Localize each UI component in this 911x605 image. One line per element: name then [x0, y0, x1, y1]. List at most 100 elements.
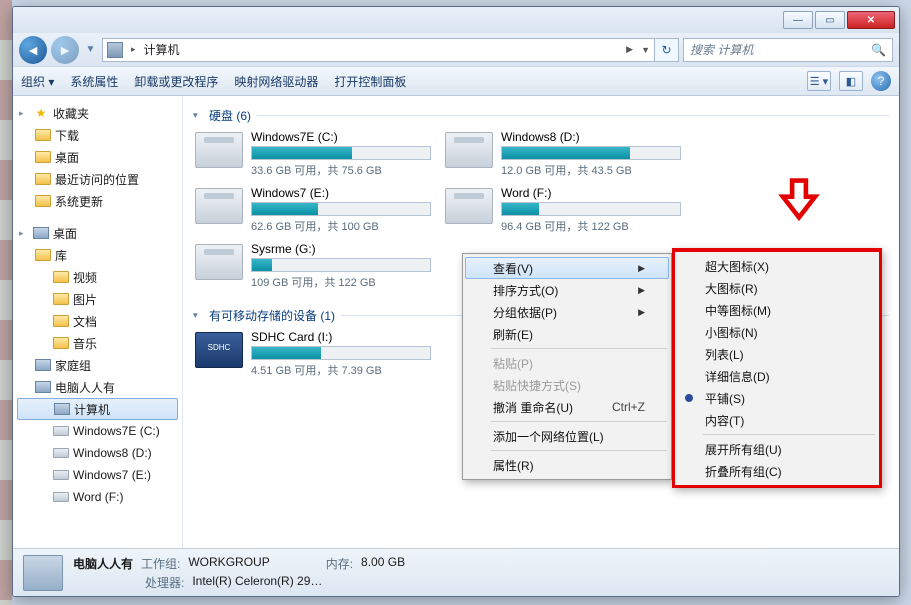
computer-icon	[23, 555, 63, 591]
drive-item[interactable]: Windows7E (C:)33.6 GB 可用，共 75.6 GB	[193, 126, 443, 182]
drive-item[interactable]: Windows8 (D:)12.0 GB 可用，共 43.5 GB	[443, 126, 693, 182]
minimize-button[interactable]: ―	[783, 11, 813, 29]
homegroup-icon	[35, 359, 51, 371]
history-dropdown[interactable]: ▼	[83, 36, 98, 64]
drive-item[interactable]: Word (F:) 96.4 GB 可用，共 122 GB	[443, 182, 693, 238]
drive-item[interactable]: Sysrme (G:)109 GB 可用，共 122 GB	[193, 238, 443, 294]
tree-item[interactable]: 下载	[13, 124, 182, 146]
section-header-hd[interactable]: ▾ 硬盘 (6)	[193, 104, 889, 126]
submenu-arrow-icon: ▶	[638, 263, 645, 274]
path-sep-icon[interactable]: ▸	[127, 44, 140, 55]
menu-label: 撤消 重命名(U)	[493, 399, 573, 416]
menu-item[interactable]: 展开所有组(U)	[677, 438, 877, 460]
tree-item[interactable]: 库	[13, 244, 182, 266]
usage-bar	[251, 346, 431, 360]
search-icon: 🔍	[871, 43, 886, 57]
tree-item[interactable]: 文档	[13, 310, 182, 332]
tree-item[interactable]: ▸桌面	[13, 222, 182, 244]
context-menu: 查看(V)▶排序方式(O)▶分组依据(P)▶刷新(E)粘贴(P)粘贴快捷方式(S…	[462, 253, 672, 480]
usage-bar	[501, 146, 681, 160]
tree-item[interactable]: Windows7 (E:)	[13, 464, 182, 486]
usage-bar	[251, 202, 431, 216]
menu-item[interactable]: 中等图标(M)	[677, 299, 877, 321]
menu-item[interactable]: 添加一个网络位置(L)	[465, 425, 669, 447]
computer-icon	[54, 403, 70, 415]
tree-label: 电脑人人有	[55, 379, 115, 396]
system-properties-button[interactable]: 系统属性	[70, 73, 118, 90]
maximize-button[interactable]: ▭	[815, 11, 845, 29]
collapse-icon: ▾	[193, 310, 203, 321]
tree-item[interactable]: 图片	[13, 288, 182, 310]
menu-label: 小图标(N)	[705, 324, 758, 341]
tree-item[interactable]: 最近访问的位置	[13, 168, 182, 190]
menu-item[interactable]: 小图标(N)	[677, 321, 877, 343]
memory-value: 8.00 GB	[361, 555, 405, 572]
drive-icon	[195, 244, 243, 280]
folder-icon	[35, 151, 51, 163]
address-bar[interactable]: ▸ 计算机 ▶ ▼	[102, 38, 655, 62]
back-button[interactable]: ◄	[19, 36, 47, 64]
computer-icon	[107, 42, 123, 58]
memory-label: 内存:	[326, 555, 353, 572]
drive-icon	[195, 332, 243, 368]
tree-item[interactable]: 视频	[13, 266, 182, 288]
tree-label: 图片	[73, 291, 97, 308]
drive-icon	[195, 132, 243, 168]
tree-label: 文档	[73, 313, 97, 330]
menu-item[interactable]: 属性(R)	[465, 454, 669, 476]
section-title: 有可移动存储的设备 (1)	[209, 307, 335, 324]
tree-item[interactable]: Word (F:)	[13, 486, 182, 508]
menu-item[interactable]: 折叠所有组(C)	[677, 460, 877, 482]
tree-item[interactable]: 音乐	[13, 332, 182, 354]
drive-name: SDHC Card (I:)	[251, 330, 441, 344]
tree-item[interactable]: 桌面	[13, 146, 182, 168]
workgroup-value: WORKGROUP	[188, 555, 269, 572]
path-sep-icon[interactable]: ▶	[622, 44, 637, 55]
tree-item[interactable]: Windows7E (C:)	[13, 420, 182, 442]
menu-item[interactable]: 排序方式(O)▶	[465, 279, 669, 301]
folder-icon	[35, 195, 51, 207]
tree-item[interactable]: 家庭组	[13, 354, 182, 376]
menu-item[interactable]: 查看(V)▶	[465, 257, 669, 279]
path-root[interactable]: 计算机	[144, 41, 619, 58]
drive-item[interactable]: Windows7 (E:)62.6 GB 可用，共 100 GB	[193, 182, 443, 238]
tree-item[interactable]: Windows8 (D:)	[13, 442, 182, 464]
menu-item[interactable]: 列表(L)	[677, 343, 877, 365]
refresh-button[interactable]: ↻	[655, 38, 679, 62]
menu-item[interactable]: 超大图标(X)	[677, 255, 877, 277]
tree-item[interactable]: 系统更新	[13, 190, 182, 212]
tree-label: 桌面	[53, 225, 77, 242]
organize-button[interactable]: 组织 ▾	[21, 73, 54, 90]
menu-item: 粘贴快捷方式(S)	[465, 374, 669, 396]
drive-usage: 96.4 GB 可用，共 122 GB	[501, 218, 691, 234]
menu-item[interactable]: 平铺(S)	[677, 387, 877, 409]
background-strip	[0, 0, 12, 605]
drive-item[interactable]: SDHC Card (I:)4.51 GB 可用，共 7.39 GB	[193, 326, 443, 382]
menu-label: 详细信息(D)	[705, 368, 770, 385]
forward-button[interactable]: ►	[51, 36, 79, 64]
close-button[interactable]: ✕	[847, 11, 895, 29]
address-dropdown[interactable]: ▼	[641, 45, 650, 55]
menu-item[interactable]: 大图标(R)	[677, 277, 877, 299]
tree-label: 桌面	[55, 149, 79, 166]
menu-item[interactable]: 内容(T)	[677, 409, 877, 431]
search-input[interactable]: 搜索 计算机 🔍	[683, 38, 893, 62]
preview-pane-button[interactable]: ◧	[839, 71, 863, 91]
drive-name: Word (F:)	[501, 186, 691, 200]
view-mode-button[interactable]: ☰ ▾	[807, 71, 831, 91]
map-network-button[interactable]: 映射网络驱动器	[234, 73, 318, 90]
menu-item[interactable]: 刷新(E)	[465, 323, 669, 345]
drive-icon	[53, 448, 69, 458]
user-icon	[35, 381, 51, 393]
menu-item[interactable]: 撤消 重命名(U)Ctrl+Z	[465, 396, 669, 418]
tree-item[interactable]: 计算机	[17, 398, 178, 420]
menu-item[interactable]: 分组依据(P)▶	[465, 301, 669, 323]
tree-item[interactable]: ▸★收藏夹	[13, 102, 182, 124]
control-panel-button[interactable]: 打开控制面板	[334, 73, 406, 90]
drive-icon	[53, 492, 69, 502]
menu-label: 超大图标(X)	[705, 258, 769, 275]
menu-item[interactable]: 详细信息(D)	[677, 365, 877, 387]
uninstall-button[interactable]: 卸载或更改程序	[134, 73, 218, 90]
tree-item[interactable]: 电脑人人有	[13, 376, 182, 398]
help-icon[interactable]: ?	[871, 71, 891, 91]
